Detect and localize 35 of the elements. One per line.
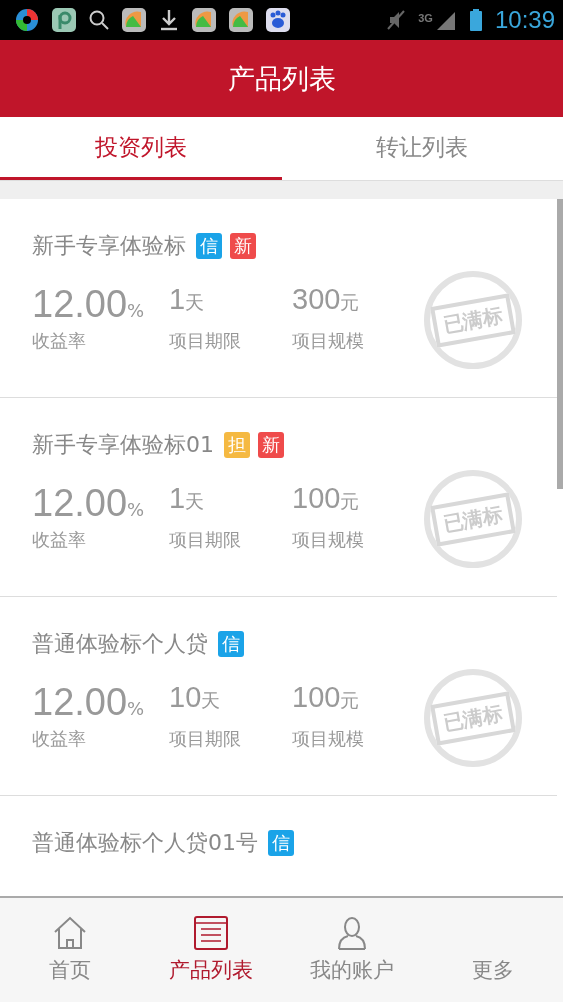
size-value: 100元 (292, 482, 361, 516)
page-title: 产品列表 (227, 61, 336, 96)
tag: 信 (268, 830, 294, 856)
rate-value: 12.00% (32, 283, 146, 327)
nav-item[interactable]: 我的账户 (281, 898, 423, 1002)
size-value: 300元 (292, 283, 361, 317)
rate-value: 12.00% (32, 482, 146, 526)
nav-item[interactable]: 更多 (422, 898, 563, 1002)
stat-label: 项目规模 (292, 727, 365, 751)
term-value: 1天 (169, 482, 206, 516)
stat-label: 项目规模 (292, 329, 365, 353)
tag: 担 (224, 432, 250, 458)
product-title: 新手专享体验标 (32, 232, 186, 260)
stat-label: 项目规模 (292, 528, 365, 552)
clock-time: 10:39 (494, 6, 555, 34)
nav-item[interactable]: 产品列表 (140, 898, 282, 1002)
size-value: 100元 (292, 681, 361, 715)
nav-item[interactable]: 首页 (0, 898, 141, 1002)
term-value: 10天 (169, 681, 222, 715)
stat-label: 项目期限 (169, 528, 242, 552)
stat-label: 项目期限 (169, 727, 242, 751)
product-title: 普通体验标个人贷01号 (32, 829, 258, 857)
term-value: 1天 (169, 283, 206, 317)
stat-label: 收益率 (32, 528, 87, 552)
tag: 信 (196, 233, 222, 259)
product-title: 普通体验标个人贷 (32, 630, 208, 658)
tag: 新 (230, 233, 256, 259)
stat-label: 收益率 (32, 329, 87, 353)
stat-label: 项目期限 (169, 329, 242, 353)
rate-value: 12.00% (32, 681, 146, 725)
product-title: 新手专享体验标01 (32, 431, 214, 459)
tag: 信 (218, 631, 244, 657)
tag: 新 (258, 432, 284, 458)
stat-label: 收益率 (32, 727, 87, 751)
network-type: 3G (418, 12, 433, 24)
